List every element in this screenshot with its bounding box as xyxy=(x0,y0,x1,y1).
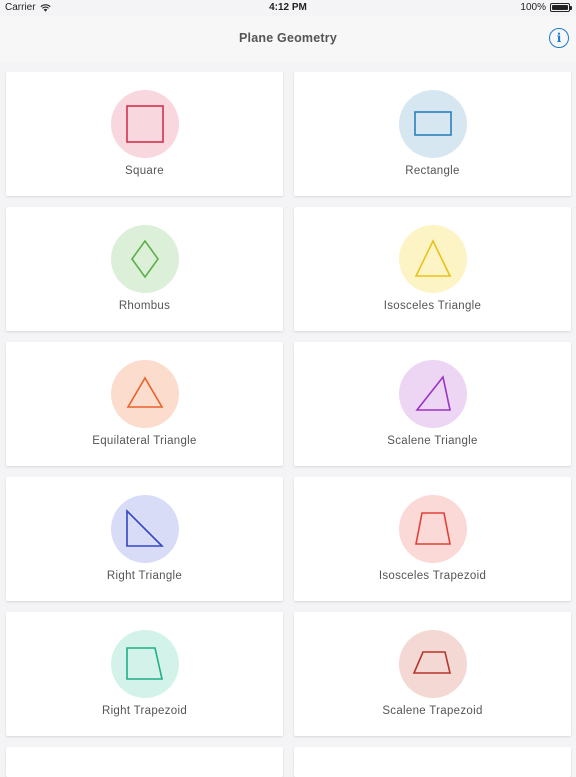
page-title: Plane Geometry xyxy=(239,31,337,45)
rectangle-icon xyxy=(413,111,452,136)
isosceles-triangle-icon xyxy=(414,239,451,277)
shape-card-isosceles-trapezoid[interactable]: Isosceles Trapezoid xyxy=(294,477,571,601)
shape-circle xyxy=(398,225,467,293)
shape-card-partial[interactable] xyxy=(294,747,571,777)
equilateral-triangle-icon xyxy=(126,376,163,408)
square-icon xyxy=(125,105,164,143)
shape-label: Right Triangle xyxy=(106,570,183,582)
shape-circle xyxy=(110,360,179,428)
shape-card-isosceles-triangle[interactable]: Isosceles Triangle xyxy=(294,207,571,331)
scalene-triangle-icon xyxy=(414,375,451,411)
status-time: 4:12 PM xyxy=(269,2,307,13)
shape-label: Scalene Trapezoid xyxy=(382,705,483,717)
shape-circle xyxy=(398,495,467,563)
info-button[interactable]: i xyxy=(549,28,569,48)
shape-label: Rhombus xyxy=(118,300,171,312)
shape-card-scalene-triangle[interactable]: Scalene Triangle xyxy=(294,342,571,466)
nav-bar: Plane Geometry i xyxy=(0,16,576,62)
shape-circle xyxy=(110,225,179,293)
shape-card-rhombus[interactable]: Rhombus xyxy=(6,207,283,331)
shape-label: Isosceles Trapezoid xyxy=(378,570,487,582)
shape-card-equilateral-triangle[interactable]: Equilateral Triangle xyxy=(6,342,283,466)
right-trapezoid-icon xyxy=(125,647,163,680)
shape-label: Right Trapezoid xyxy=(101,705,188,717)
battery-icon xyxy=(550,3,572,12)
shape-grid: Square Rectangle Rhombus Isosceles Trian… xyxy=(6,72,571,777)
shape-circle xyxy=(110,495,179,563)
shape-card-scalene-trapezoid[interactable]: Scalene Trapezoid xyxy=(294,612,571,736)
shape-circle xyxy=(398,630,467,698)
shape-card-rectangle[interactable]: Rectangle xyxy=(294,72,571,196)
shape-label: Isosceles Triangle xyxy=(383,300,482,312)
shape-card-partial[interactable] xyxy=(6,747,283,777)
battery-percent: 100% xyxy=(520,2,546,13)
shape-card-right-triangle[interactable]: Right Triangle xyxy=(6,477,283,601)
shape-label: Equilateral Triangle xyxy=(92,435,197,447)
shape-circle xyxy=(110,90,179,158)
shape-circle xyxy=(110,630,179,698)
shape-card-right-trapezoid[interactable]: Right Trapezoid xyxy=(6,612,283,736)
scalene-trapezoid-icon xyxy=(412,651,451,674)
shape-label: Scalene Triangle xyxy=(387,435,478,447)
rhombus-icon xyxy=(130,239,159,279)
right-triangle-icon xyxy=(125,509,164,547)
isosceles-trapezoid-icon xyxy=(414,512,451,545)
shape-circle xyxy=(398,360,467,428)
shape-card-square[interactable]: Square xyxy=(6,72,283,196)
status-right: 100% xyxy=(520,2,572,13)
shape-label: Rectangle xyxy=(405,165,460,177)
info-icon: i xyxy=(556,31,562,45)
shape-circle xyxy=(398,90,467,158)
shape-label: Square xyxy=(125,165,164,177)
status-bar: Carrier 4:12 PM 100% xyxy=(0,0,576,16)
